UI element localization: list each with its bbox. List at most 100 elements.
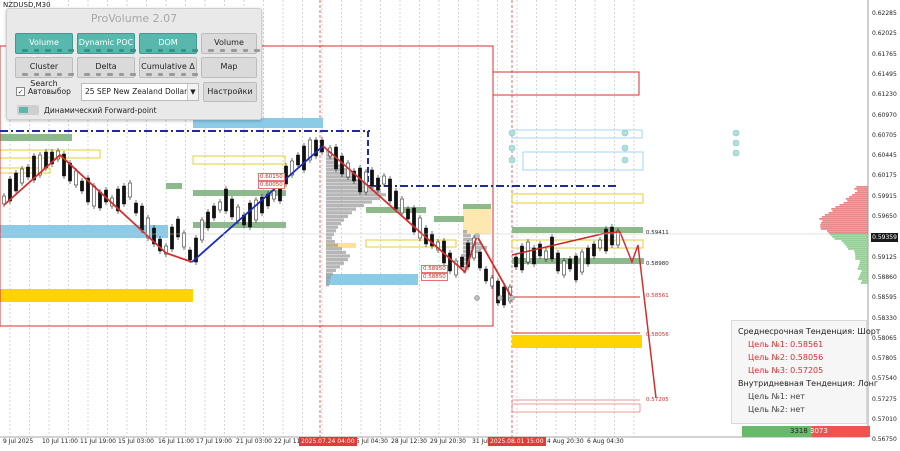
candle-body bbox=[248, 202, 252, 228]
volume-histogram-bar bbox=[846, 246, 868, 248]
pivot-marker bbox=[621, 129, 629, 137]
intraday-target-1: Цель №1: нет bbox=[748, 392, 805, 401]
volume-histogram-bar bbox=[852, 194, 868, 196]
volume-histogram-bar bbox=[832, 236, 868, 238]
candle-body bbox=[224, 188, 228, 212]
candle-body bbox=[80, 180, 84, 192]
candle-body bbox=[236, 206, 240, 222]
autoselect-checkbox[interactable]: ✓ bbox=[16, 87, 25, 96]
delta-button[interactable]: Delta bbox=[77, 57, 136, 78]
candle-body bbox=[514, 256, 518, 268]
candle-body bbox=[418, 217, 422, 239]
candle-body bbox=[98, 191, 102, 209]
date-axis-label: 25 Jul 04:30 bbox=[352, 438, 388, 445]
pivot-marker bbox=[732, 139, 740, 147]
provolume-panel[interactable]: ProVolume 2.07 Volume Profile Dynamic PO… bbox=[6, 8, 262, 120]
price-zone bbox=[434, 216, 464, 222]
cumulative-delta-button[interactable]: Cumulative Δ bbox=[139, 57, 198, 78]
volume-histogram-bar bbox=[855, 254, 868, 256]
candle-body bbox=[562, 260, 566, 276]
price-axis-label: 0.57010 bbox=[872, 416, 897, 423]
chevron-down-icon: ▼ bbox=[187, 84, 198, 100]
dom-button[interactable]: DOM bbox=[139, 33, 198, 54]
box-label-d: 0.58850 bbox=[421, 273, 448, 281]
date-axis-label: 6 Aug 04:30 bbox=[587, 438, 624, 445]
forward-point-toggle[interactable] bbox=[17, 105, 39, 115]
profile-bar bbox=[326, 279, 330, 283]
date-axis-label: 15 Jul 03:00 bbox=[118, 438, 154, 445]
volume-histogram-bar bbox=[856, 186, 868, 188]
volume-histogram-bar bbox=[841, 240, 868, 242]
volume-histogram-bar bbox=[834, 238, 868, 240]
date-axis-label: 10 Jul 11:00 bbox=[42, 438, 78, 445]
cluster-search-button[interactable]: Cluster Search bbox=[15, 57, 74, 88]
candle-body bbox=[206, 211, 210, 229]
price-axis-label: 0.59650 bbox=[872, 213, 897, 220]
date-axis-label: 9 Jul 2025 bbox=[3, 438, 34, 445]
volume-histogram-bar bbox=[821, 216, 868, 218]
price-axis-label: 0.59125 bbox=[872, 253, 897, 261]
volume-histogram-bar bbox=[832, 210, 868, 212]
profile-bar bbox=[326, 268, 336, 272]
pivot-marker bbox=[508, 144, 516, 152]
profile-bar bbox=[326, 196, 380, 200]
candle-body bbox=[556, 252, 560, 272]
volume-histogram-bar bbox=[831, 208, 868, 210]
sell-volume: 3073 bbox=[810, 427, 828, 435]
candle-body bbox=[574, 255, 578, 281]
candle-body bbox=[74, 170, 78, 186]
price-axis-label: 0.57805 bbox=[872, 355, 897, 363]
volume-histogram-bar bbox=[819, 218, 868, 220]
volume-balance-bar: 3318 3073 bbox=[742, 426, 870, 437]
price-zone bbox=[0, 289, 193, 302]
price-axis-label: 0.58860 bbox=[872, 273, 897, 281]
price-axis-label: 0.58595 bbox=[872, 294, 897, 302]
price-axis-label: 0.61230 bbox=[872, 91, 897, 99]
volume-histogram-bar bbox=[845, 244, 868, 246]
box-label-a: 0.60150 bbox=[258, 173, 285, 181]
dynamic-poc-button[interactable]: Dynamic POC bbox=[77, 33, 136, 54]
delta-label: Delta bbox=[95, 62, 117, 71]
autoselect-label: Автовыбор bbox=[28, 87, 71, 96]
price-axis-label: 0.60970 bbox=[872, 111, 897, 119]
candle-body bbox=[538, 243, 542, 257]
candle-body bbox=[92, 185, 96, 207]
profile-bar bbox=[326, 240, 335, 244]
volume-histogram-bar bbox=[854, 188, 868, 190]
target-2: Цель №2: 0.58056 bbox=[748, 353, 824, 362]
candle-body bbox=[14, 172, 18, 192]
volume-button[interactable]: Volume bbox=[201, 33, 260, 54]
level-label-target1: 0.58561 bbox=[646, 293, 669, 299]
volume-histogram-bar bbox=[824, 214, 868, 216]
volume-histogram-bar bbox=[828, 232, 868, 234]
profile-bar bbox=[326, 225, 338, 229]
map-label: Map bbox=[220, 62, 238, 71]
profile-bar bbox=[326, 211, 352, 215]
candle-body bbox=[170, 226, 174, 250]
volume-profile-button[interactable]: Volume Profile bbox=[15, 33, 74, 64]
settings-button[interactable]: Настройки bbox=[203, 82, 257, 102]
instrument-select[interactable]: 25 SEP New Zealand Dollar ▼ bbox=[81, 83, 199, 101]
box-label-c: 0.58950 bbox=[421, 265, 448, 273]
candle-body bbox=[122, 185, 126, 205]
profile-bar bbox=[326, 200, 372, 204]
date-axis-label: 28 Jul 12:30 bbox=[391, 438, 427, 445]
date-axis-label: 17 Jul 19:00 bbox=[196, 438, 232, 445]
panel-title: ProVolume 2.07 bbox=[90, 12, 178, 25]
volume-histogram-bar bbox=[855, 258, 868, 260]
candle-body bbox=[520, 245, 524, 271]
candle-body bbox=[550, 236, 554, 260]
profile-bar bbox=[326, 214, 348, 218]
target-3: Цель №3: 0.57205 bbox=[748, 366, 824, 375]
profile-bar bbox=[326, 218, 344, 222]
price-axis-label: 0.58330 bbox=[872, 314, 897, 322]
candle-body bbox=[134, 202, 138, 214]
date-highlight-1: 2025.07.24 04:00 bbox=[299, 437, 357, 446]
volume-histogram-bar bbox=[857, 190, 868, 192]
price-axis-label: 0.60705 bbox=[872, 131, 897, 139]
pivot-marker bbox=[732, 149, 740, 157]
pivot-marker bbox=[621, 156, 629, 164]
candle-body bbox=[484, 268, 488, 282]
pivot-marker bbox=[732, 129, 740, 137]
map-button[interactable]: Map bbox=[201, 57, 257, 78]
